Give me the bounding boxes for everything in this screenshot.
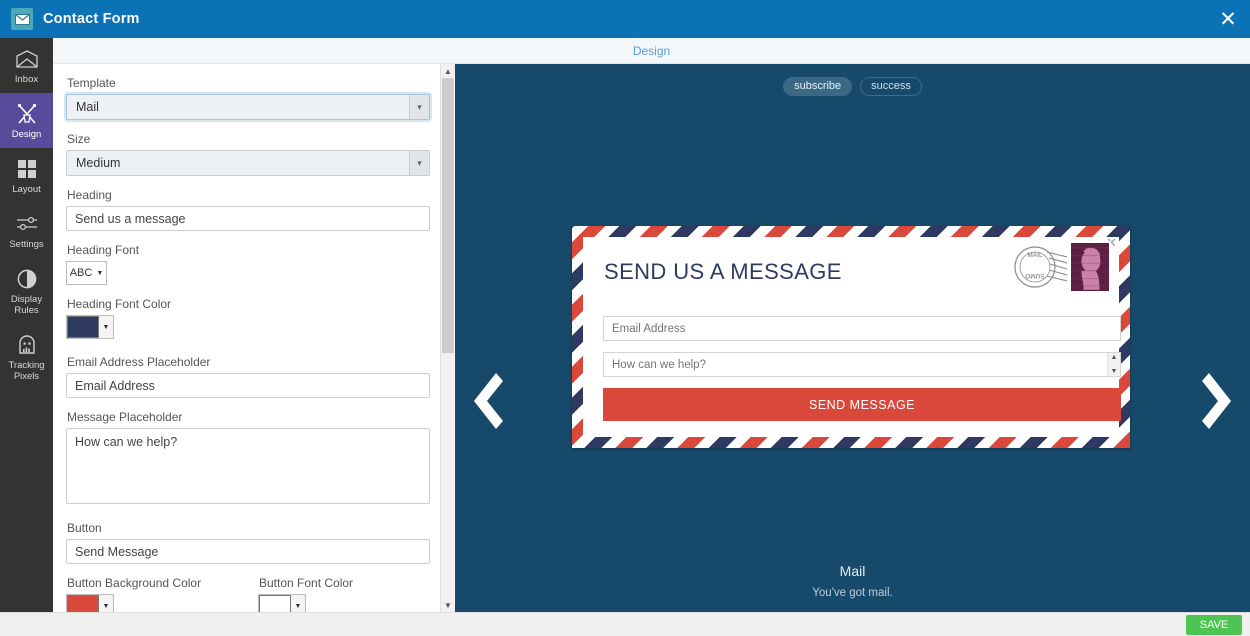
card-fields: ▲ ▼ SEND MESSAGE — [603, 316, 1121, 421]
preview-state-pills: subscribe success — [455, 77, 1250, 96]
layout-grid-icon — [2, 157, 51, 181]
pill-subscribe[interactable]: subscribe — [783, 77, 853, 96]
prev-template-button[interactable] — [455, 362, 515, 440]
card-send-message-button[interactable]: SEND MESSAGE — [603, 388, 1121, 421]
sidebar-item-label: Settings — [9, 239, 44, 250]
sidebar-item-label: Tracking Pixels — [8, 360, 45, 382]
field-button-bg-color: Button Background Color ▼ — [66, 576, 258, 612]
field-heading-font-color: Heading Font Color ▼ — [66, 297, 432, 343]
button-text-input[interactable] — [66, 539, 430, 564]
button-label-label: Button — [67, 521, 102, 535]
heading-font-value: ABC — [69, 267, 93, 279]
sidebar-item-tracking-pixels[interactable]: Tracking Pixels — [0, 324, 53, 390]
button-font-color-label: Button Font Color — [259, 576, 354, 590]
message-placeholder-label: Message Placeholder — [67, 410, 183, 424]
sliders-icon — [2, 212, 51, 236]
contrast-circle-icon — [2, 267, 51, 291]
scroll-down-icon[interactable]: ▼ — [441, 598, 455, 612]
sidebar-item-layout[interactable]: Layout — [0, 148, 53, 203]
chevron-down-icon: ▼ — [294, 602, 302, 610]
postage-stamp-icon — [1069, 241, 1111, 293]
form-preview-card: ✕ MAIL SUMO SEND US A MESSAGE Email Addr… — [572, 226, 1130, 448]
app-envelope-icon — [11, 8, 33, 30]
template-caption: Mail You've got mail. — [455, 563, 1250, 599]
sidebar-item-label: Display Rules — [10, 294, 43, 316]
field-heading-font: Heading Font ABC ▼ — [66, 243, 432, 285]
title-bar: Contact Form ✕ — [0, 0, 1250, 38]
chevron-right-icon — [1200, 369, 1240, 433]
tab-design[interactable]: Design — [633, 44, 670, 58]
heading-font-color-label: Heading Font Color — [67, 297, 172, 311]
heading-font-picker[interactable]: ABC ▼ — [66, 261, 107, 285]
inbox-envelope-icon — [2, 47, 51, 71]
heading-label: Heading — [67, 188, 112, 202]
svg-text:SUMO: SUMO — [1025, 272, 1045, 279]
button-font-color-picker[interactable]: ▼ — [258, 594, 306, 612]
button-bg-color-label: Button Background Color — [67, 576, 202, 590]
svg-text:MAIL: MAIL — [1027, 252, 1043, 259]
message-placeholder-textarea[interactable]: How can we help? — [66, 428, 430, 504]
email-placeholder-input[interactable] — [66, 373, 430, 398]
sidebar-item-label: Layout — [12, 184, 41, 195]
spinner-down-icon: ▼ — [1110, 368, 1118, 375]
chevron-down-icon: ▼ — [102, 602, 110, 610]
sidebar: Inbox Design Layout Settings Display Rul… — [0, 38, 53, 612]
heading-input[interactable] — [66, 206, 430, 231]
scroll-up-icon[interactable]: ▲ — [441, 64, 455, 78]
chevron-down-icon: ▼ — [102, 323, 110, 331]
template-description: You've got mail. — [812, 587, 893, 599]
tracking-pixel-icon — [2, 333, 51, 357]
email-placeholder-label: Email Address Placeholder — [67, 355, 211, 369]
app-title: Contact Form — [43, 11, 140, 27]
color-swatch — [67, 595, 99, 612]
color-swatch — [67, 316, 99, 338]
save-button[interactable]: SAVE — [1186, 615, 1242, 635]
chevron-down-icon[interactable]: ▾ — [409, 95, 429, 119]
next-template-button[interactable] — [1190, 362, 1250, 440]
card-email-input[interactable] — [603, 316, 1121, 341]
preview-tab-bar: Design — [53, 38, 1250, 64]
sidebar-item-display-rules[interactable]: Display Rules — [0, 258, 53, 324]
size-value: Medium — [76, 156, 121, 170]
sidebar-item-design[interactable]: Design — [0, 93, 53, 148]
chevron-down-icon: ▼ — [96, 269, 104, 277]
chevron-left-icon — [465, 369, 505, 433]
color-row: Button Background Color ▼ Button Font Co… — [66, 576, 432, 612]
heading-font-color-picker[interactable]: ▼ — [66, 315, 114, 339]
sidebar-item-label: Inbox — [14, 74, 39, 85]
field-email-placeholder: Email Address Placeholder — [66, 355, 432, 398]
postmark-icon: MAIL SUMO — [1013, 243, 1068, 298]
heading-font-label: Heading Font — [67, 243, 140, 257]
preview-panel: subscribe success ✕ MAIL SUMO SEND US A … — [455, 64, 1250, 612]
field-button-font-color: Button Font Color ▼ — [258, 576, 353, 612]
pill-success[interactable]: success — [860, 77, 922, 96]
field-heading: Heading — [66, 188, 432, 231]
button-bg-color-picker[interactable]: ▼ — [66, 594, 114, 612]
field-size: Size Medium ▾ — [66, 132, 432, 176]
sidebar-item-inbox[interactable]: Inbox — [0, 38, 53, 93]
field-message-placeholder: Message Placeholder How can we help? — [66, 410, 432, 509]
template-label: Template — [67, 76, 116, 90]
bottom-bar: SAVE — [0, 612, 1250, 636]
template-select[interactable]: Mail ▾ — [66, 94, 430, 120]
template-value: Mail — [76, 100, 99, 114]
template-name: Mail — [839, 563, 866, 579]
sidebar-item-settings[interactable]: Settings — [0, 203, 53, 258]
field-button: Button — [66, 521, 432, 564]
message-resize-spinner-icon[interactable]: ▲ ▼ — [1107, 353, 1120, 376]
scrollbar-thumb[interactable] — [442, 78, 454, 353]
form-scrollbar[interactable]: ▲ ▼ — [440, 64, 455, 612]
window-close-icon[interactable]: ✕ — [1206, 0, 1250, 38]
card-message-input[interactable] — [603, 352, 1121, 377]
sidebar-item-label: Design — [11, 129, 42, 140]
spinner-up-icon: ▲ — [1110, 354, 1118, 361]
size-label: Size — [67, 132, 91, 146]
field-template: Template Mail ▾ — [66, 76, 432, 120]
color-swatch — [259, 595, 291, 612]
design-brushes-icon — [2, 102, 51, 126]
design-form-panel: Template Mail ▾ Size Medium ▾ Heading He… — [53, 64, 454, 612]
chevron-down-icon[interactable]: ▾ — [409, 151, 429, 175]
size-select[interactable]: Medium ▾ — [66, 150, 430, 176]
postage-area: MAIL SUMO — [1013, 241, 1113, 295]
